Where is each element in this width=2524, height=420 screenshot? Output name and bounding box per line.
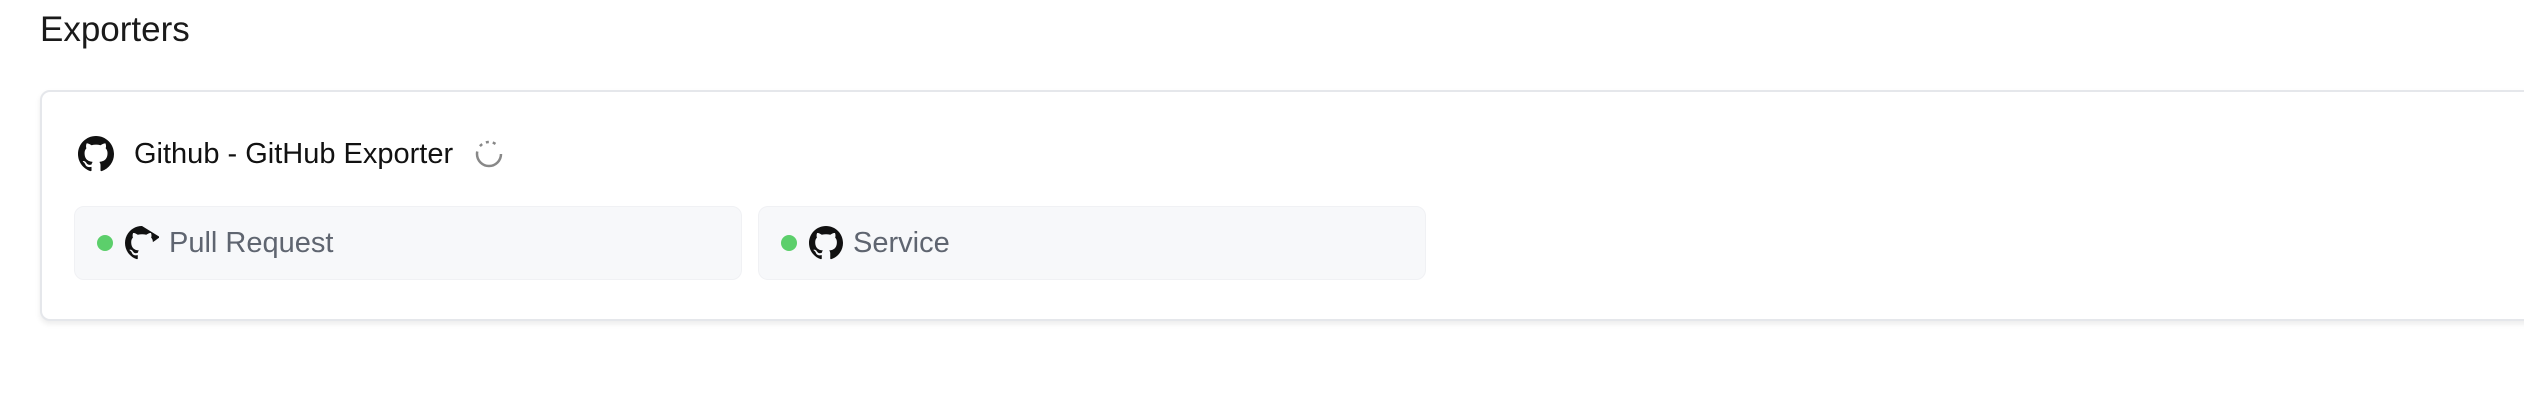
loading-spinner-icon [473,138,505,170]
exporter-header: Github - GitHub Exporter [78,134,505,174]
github-icon [78,136,114,172]
kind-chip-pull-request[interactable]: Pull Request [74,206,742,280]
page-title: Exporters [40,10,190,49]
kind-chip-service[interactable]: Service [758,206,1426,280]
github-icon [125,226,159,260]
status-dot [781,235,797,251]
kind-label: Service [853,226,950,259]
github-icon [809,226,843,260]
exporter-card[interactable]: Github - GitHub Exporter Pull Request Se… [40,90,2524,321]
resource-kinds: Pull Request Service [74,206,1426,280]
exporter-name: Github - GitHub Exporter [134,137,454,170]
status-dot [97,235,113,251]
kind-label: Pull Request [169,226,334,259]
